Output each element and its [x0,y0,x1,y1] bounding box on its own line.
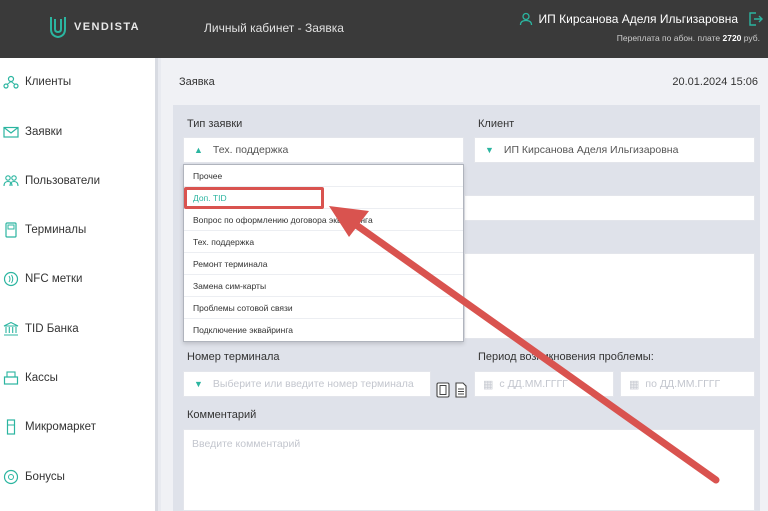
comment-label: Комментарий [187,409,257,421]
date-from-field[interactable]: ▦ с ДД.ММ.ГГГГ [474,371,614,397]
client-value: ИП Кирсанова Аделя Ильгизаровна [503,144,679,156]
logo-text: VENDISTA [74,21,141,33]
terminal-device-icon[interactable] [436,382,450,398]
sidebar-item-micromarket[interactable]: Микромаркет [3,415,96,439]
request-type-dropdown: Прочее Доп. TID Вопрос по оформлению дог… [183,164,464,342]
sidebar-item-terminals[interactable]: Терминалы [3,218,86,242]
bonus-icon [3,469,19,485]
top-header: VENDISTA Личный кабинет - Заявка ИП Кирс… [0,0,768,58]
caret-down-icon: ▼ [194,379,203,389]
dropdown-option[interactable]: Тех. поддержка [184,231,463,253]
document-icon[interactable] [454,382,468,398]
date-to-placeholder: по ДД.ММ.ГГГГ [645,378,721,390]
sidebar-item-label: Пользователи [25,175,101,187]
sidebar-item-label: Заявки [25,126,63,138]
user-name: ИП Кирсанова Аделя Ильгизаровна [538,12,738,26]
dropdown-option[interactable]: Проблемы сотовой связи [184,297,463,319]
balance-value: 2720 [722,33,742,43]
balance-prefix: Переплата по абон. плате [616,33,721,43]
dropdown-option[interactable]: Прочее [184,165,463,187]
sidebar: Клиенты Заявки Пользователи Терминалы NF… [0,58,158,511]
calendar-icon: ▦ [629,378,640,391]
bank-icon [3,321,19,336]
vendista-logo-icon [50,17,66,39]
caret-down-icon: ▼ [485,145,494,155]
user-icon [519,12,532,26]
sidebar-item-clients[interactable]: Клиенты [3,70,71,94]
client-label: Клиент [478,118,515,130]
page-title: Заявка [179,76,215,88]
comment-placeholder: Введите комментарий [192,438,301,450]
user-menu[interactable]: ИП Кирсанова Аделя Ильгизаровна [519,12,738,26]
date-from-placeholder: с ДД.ММ.ГГГГ [499,378,568,390]
logout-icon[interactable] [747,11,763,27]
dropdown-option[interactable]: Подключение эквайринга [184,319,463,341]
sidebar-item-nfc[interactable]: NFC метки [3,267,82,291]
sidebar-item-label: TID Банка [25,323,79,335]
terminal-icon [5,222,17,238]
calendar-icon: ▦ [483,378,494,391]
sidebar-item-users[interactable]: Пользователи [3,169,100,193]
requests-icon [3,126,19,138]
dropdown-option[interactable]: Замена сим-карты [184,275,463,297]
micromarket-icon [6,419,16,435]
sidebar-item-tid-bank[interactable]: TID Банка [3,317,79,341]
dropdown-option[interactable]: Вопрос по оформлению договора эквайринга [184,209,463,231]
request-type-value: Тех. поддержка [212,144,289,156]
caret-up-icon: ▲ [194,145,203,155]
page-header-title: Личный кабинет - Заявка [204,21,344,35]
terminal-placeholder: Выберите или введите номер терминала [212,378,414,390]
sidebar-item-label: Кассы [25,372,58,384]
page-head: Заявка 20.01.2024 15:06 [161,58,768,105]
balance-info: Переплата по абон. плате 2720 руб. [617,33,760,43]
nfc-icon [3,271,19,287]
balance-suffix: руб. [743,33,760,43]
sidebar-item-cashbox[interactable]: Кассы [3,366,58,390]
hidden-field-2[interactable] [464,253,755,339]
cashbox-icon [3,371,19,385]
period-label: Период возникновения проблемы: [478,351,654,363]
date-to-field[interactable]: ▦ по ДД.ММ.ГГГГ [620,371,755,397]
dropdown-option-selected[interactable]: Доп. TID [184,187,463,209]
users-icon [3,175,19,187]
request-type-select[interactable]: ▲ Тех. поддержка [183,137,464,163]
terminal-label: Номер терминала [187,351,280,363]
sidebar-item-label: Клиенты [25,76,72,88]
sidebar-item-bonuses[interactable]: Бонусы [3,465,65,489]
terminal-select[interactable]: ▼ Выберите или введите номер терминала [183,371,431,397]
sidebar-item-label: Терминалы [25,224,87,236]
clients-icon [3,75,19,89]
vendista-logo[interactable]: VENDISTA [48,15,140,39]
sidebar-item-label: Микромаркет [25,421,96,433]
sidebar-item-label: NFC метки [25,273,83,285]
dropdown-option[interactable]: Ремонт терминала [184,253,463,275]
request-type-label: Тип заявки [187,118,243,130]
sidebar-item-requests[interactable]: Заявки [3,120,62,144]
hidden-field-1[interactable] [464,195,755,221]
sidebar-item-label: Бонусы [25,471,65,483]
client-select[interactable]: ▼ ИП Кирсанова Аделя Ильгизаровна [474,137,755,163]
comment-textarea[interactable]: Введите комментарий [183,429,755,511]
page-date: 20.01.2024 15:06 [672,76,758,88]
